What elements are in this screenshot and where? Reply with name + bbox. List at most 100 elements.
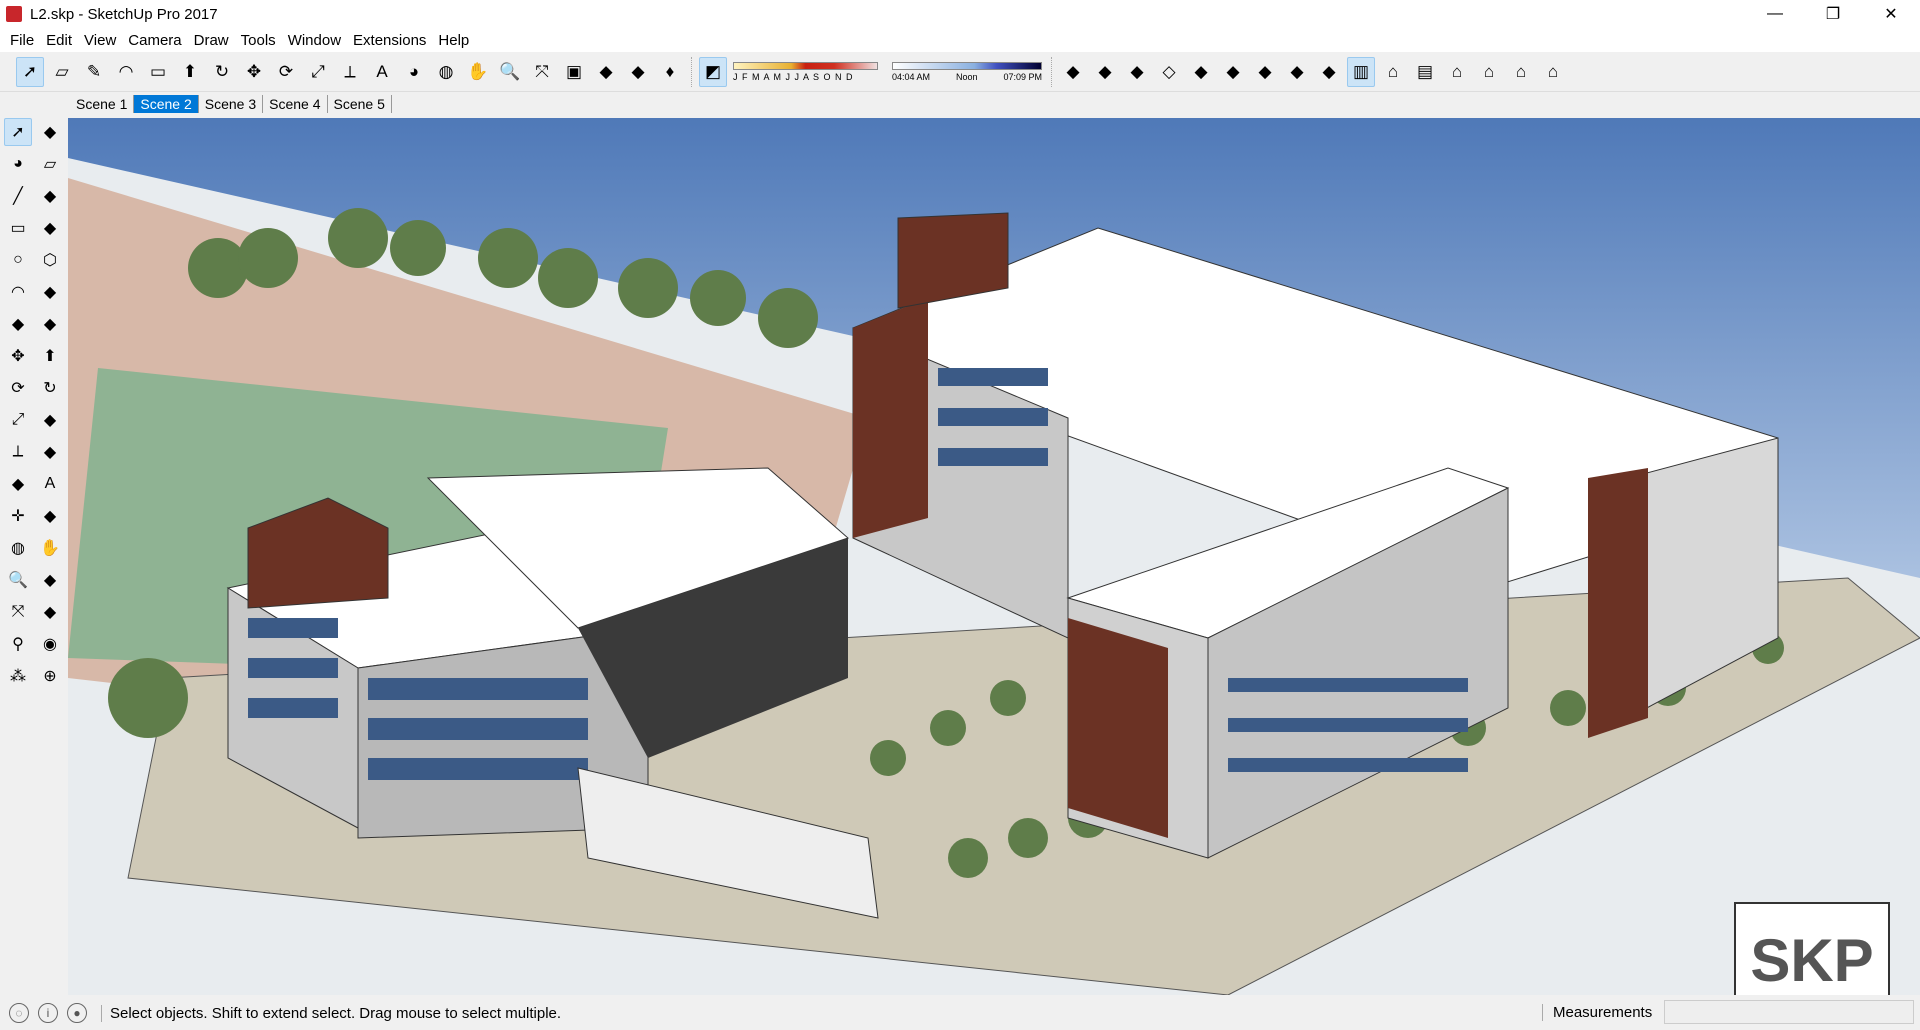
pan-icon[interactable]: ✋ [464,57,492,87]
paint-bucket-icon[interactable]: ◕ [400,57,428,87]
three-point-arc-icon[interactable]: ◆ [36,310,64,338]
move-icon[interactable]: ✥ [4,342,32,370]
menu-help[interactable]: Help [432,32,475,49]
eraser-icon[interactable]: ▱ [48,57,76,87]
orbit-icon[interactable]: ◍ [4,534,32,562]
scene-tab-4[interactable]: Scene 4 [263,95,328,113]
push-pull-icon[interactable]: ⬆ [36,342,64,370]
menu-camera[interactable]: Camera [122,32,187,49]
scene-tab-1[interactable]: Scene 1 [70,95,135,113]
arc-icon[interactable]: ◠ [112,57,140,87]
zoom-extents-icon[interactable]: ⤧ [4,598,32,626]
menu-extensions[interactable]: Extensions [347,32,432,49]
wireframe-icon[interactable]: ◆ [1219,57,1247,87]
scale-icon[interactable]: ⤢ [4,406,32,434]
scale-icon[interactable]: ⤢ [304,57,332,87]
polygon-icon[interactable]: ⬡ [36,246,64,274]
circle-icon[interactable]: ○ [4,246,32,274]
menu-tools[interactable]: Tools [235,32,282,49]
warehouse-icon[interactable]: ▣ [560,57,588,87]
dimension-icon[interactable]: ◆ [36,438,64,466]
section-plane-icon[interactable]: ⊕ [36,662,64,690]
offset-icon[interactable]: ◆ [36,406,64,434]
select-icon[interactable]: ➚ [16,56,44,87]
month-labels: J F M A M J J A S O N D [733,71,854,82]
arc-icon[interactable]: ◠ [4,278,32,306]
preview-model-icon[interactable]: ◆ [1123,57,1151,87]
move-icon[interactable]: ✥ [240,57,268,87]
orbit-icon[interactable]: ◍ [432,57,460,87]
scene-tab-3[interactable]: Scene 3 [199,95,264,113]
minimize-button[interactable]: — [1746,0,1804,28]
right-view-icon[interactable]: ⌂ [1475,57,1503,87]
close-button[interactable]: ✕ [1862,0,1920,28]
user-account-icon[interactable]: ● [67,1003,87,1023]
front-view-icon[interactable]: ⌂ [1443,57,1471,87]
add-location-icon[interactable]: ◆ [1059,57,1087,87]
scene-tab-2[interactable]: Scene 2 [134,95,199,113]
zoom-icon[interactable]: 🔍 [4,566,32,594]
month-slider[interactable]: J F M A M J J A S O N D [733,61,878,82]
back-edges-icon[interactable]: ◆ [1187,57,1215,87]
menu-draw[interactable]: Draw [188,32,235,49]
pencil-icon[interactable]: ✎ [80,57,108,87]
paint-bucket-icon[interactable]: ◕ [4,150,32,178]
menu-window[interactable]: Window [282,32,347,49]
geolocation-icon[interactable]: ◌ [9,1003,29,1023]
menu-edit[interactable]: Edit [40,32,78,49]
info-icon[interactable]: i [38,1003,58,1023]
3d-viewport[interactable]: SKP [68,118,1920,995]
tape-measure-icon[interactable]: ⟂ [336,57,364,87]
scene-tab-5[interactable]: Scene 5 [328,95,392,113]
toggle-terrain-icon[interactable]: ◆ [1091,57,1119,87]
footprints-icon[interactable]: ⁂ [4,662,32,690]
iso-view-icon[interactable]: ⌂ [1379,57,1407,87]
menu-view[interactable]: View [78,32,122,49]
text-icon[interactable]: A [368,57,396,87]
walk-icon[interactable]: ⚲ [4,630,32,658]
push-pull-icon[interactable]: ⬆ [176,57,204,87]
position-camera-icon[interactable]: ◆ [36,598,64,626]
hidden-line-icon[interactable]: ◆ [1251,57,1279,87]
shaded-icon[interactable]: ◆ [1283,57,1311,87]
axes-icon[interactable]: ✛ [4,502,32,530]
time-slider[interactable]: 04:04 AM Noon 07:09 PM [892,61,1042,82]
back-view-icon[interactable]: ⌂ [1507,57,1535,87]
shadows-toggle-icon[interactable]: ◩ [699,56,727,87]
monochrome-icon[interactable]: ▥ [1347,56,1375,87]
follow-me-icon[interactable]: ↻ [36,374,64,402]
pan-icon[interactable]: ✋ [36,534,64,562]
look-around-icon[interactable]: ◉ [36,630,64,658]
protractor-icon[interactable]: ◆ [4,470,32,498]
large-tool-set: ➚ ◆ ◕ ▱ ╱ ◆ ▭ ◆ ○ ⬡ ◠ ◆ ◆ ◆ ✥ ⬆ ⟳ ↻ ⤢ ◆ ⟂ ◆ ◆ A ✛ ◆ ◍ ✋ 🔍 ◆ ⤧ ◆ ⚲ ◉ ⁂ ⊕ [0,116,68,996]
two-point-arc-icon[interactable]: ◆ [4,310,32,338]
follow-me-icon[interactable]: ↻ [208,57,236,87]
shaded-textures-icon[interactable]: ◆ [1315,57,1343,87]
rotate-icon[interactable]: ⟳ [4,374,32,402]
top-view-icon[interactable]: ▤ [1411,57,1439,87]
component-icon[interactable]: ◆ [36,118,64,146]
left-view-icon[interactable]: ⌂ [1539,57,1567,87]
rectangle-icon[interactable]: ▭ [4,214,32,242]
zoom-window-icon[interactable]: ◆ [36,566,64,594]
freehand-icon[interactable]: ◆ [36,182,64,210]
text-icon[interactable]: A [36,470,64,498]
xray-icon[interactable]: ◇ [1155,57,1183,87]
zoom-icon[interactable]: 🔍 [496,57,524,87]
menu-file[interactable]: File [4,32,40,49]
select-icon[interactable]: ➚ [4,118,32,146]
3d-text-icon[interactable]: ◆ [36,502,64,530]
extension-warehouse-icon[interactable]: ◆ [592,57,620,87]
rotate-icon[interactable]: ⟳ [272,57,300,87]
eraser-icon[interactable]: ▱ [36,150,64,178]
rotated-rectangle-icon[interactable]: ◆ [36,214,64,242]
zoom-extents-icon[interactable]: ⤧ [528,57,556,87]
ruby-icon[interactable]: ♦ [656,57,684,87]
pie-icon[interactable]: ◆ [36,278,64,306]
measurements-input[interactable] [1664,1000,1914,1024]
tape-measure-icon[interactable]: ⟂ [4,438,32,466]
rectangle-icon[interactable]: ▭ [144,57,172,87]
restore-button[interactable]: ❐ [1804,0,1862,28]
layout-icon[interactable]: ◆ [624,57,652,87]
line-icon[interactable]: ╱ [4,182,32,210]
